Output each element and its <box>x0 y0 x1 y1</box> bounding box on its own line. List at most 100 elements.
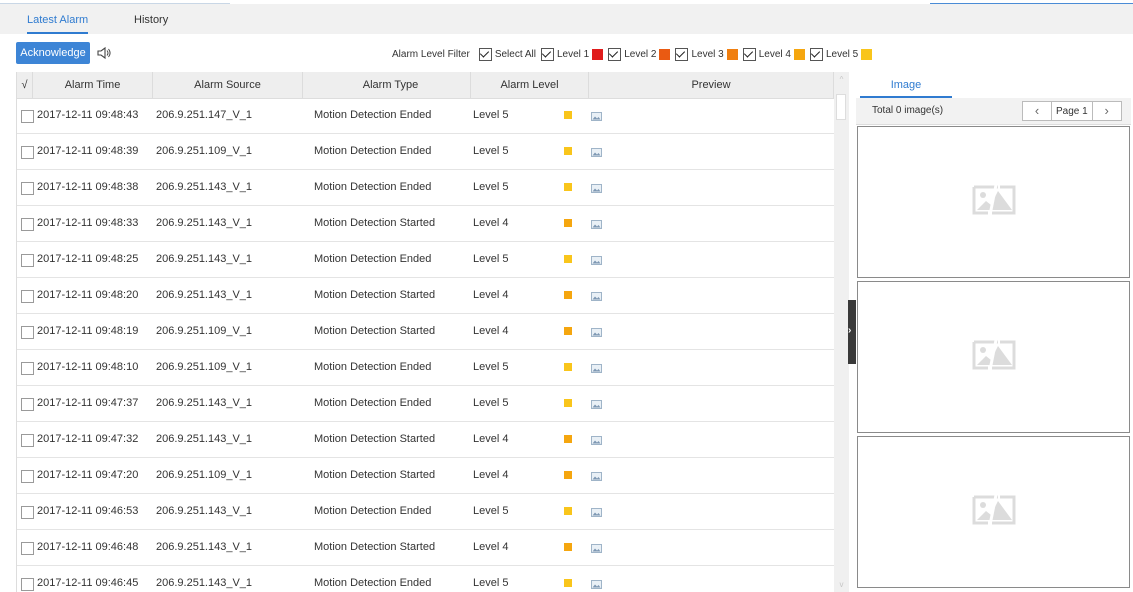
preview-image-icon[interactable] <box>591 580 602 589</box>
alarm-level-cell: Level 4 <box>473 469 509 481</box>
level-color-indicator <box>564 579 572 587</box>
image-total: Total 0 image(s) <box>872 105 944 116</box>
table-row[interactable]: 2017-12-11 09:48:10 206.9.251.109_V_1 Moti… <box>17 350 834 386</box>
alarm-time-cell: 2017-12-11 09:47:32 <box>37 433 139 445</box>
tab-image[interactable]: Image <box>860 74 952 98</box>
table-scrollbar[interactable]: ^ v <box>834 72 849 592</box>
level-color-indicator <box>564 543 572 551</box>
alarm-type-cell: Motion Detection Started <box>314 469 436 481</box>
image-slot[interactable] <box>857 436 1130 588</box>
preview-image-icon[interactable] <box>591 256 602 265</box>
alarm-time-cell: 2017-12-11 09:48:38 <box>37 181 139 193</box>
alarm-level-cell: Level 4 <box>473 289 509 301</box>
alarm-source-cell: 206.9.251.143_V_1 <box>156 505 253 517</box>
column-header-alarm-time[interactable]: Alarm Time <box>33 72 153 98</box>
table-row[interactable]: 2017-12-11 09:46:48 206.9.251.143_V_1 Moti… <box>17 530 834 566</box>
row-checkbox[interactable] <box>21 362 34 375</box>
table-body: 2017-12-11 09:48:43 206.9.251.147_V_1 Moti… <box>17 98 834 592</box>
tab-bar: Latest Alarm History <box>0 4 1133 34</box>
level-color-indicator <box>564 507 572 515</box>
preview-image-icon[interactable] <box>591 364 602 373</box>
row-checkbox[interactable] <box>21 182 34 195</box>
table-row[interactable]: 2017-12-11 09:48:33 206.9.251.143_V_1 Moti… <box>17 206 834 242</box>
image-slot[interactable] <box>857 281 1130 433</box>
table-row[interactable]: 2017-12-11 09:48:39 206.9.251.109_V_1 Moti… <box>17 134 834 170</box>
preview-image-icon[interactable] <box>591 436 602 445</box>
alarm-type-cell: Motion Detection Ended <box>314 361 432 373</box>
column-header-preview[interactable]: Preview <box>589 72 834 98</box>
row-checkbox[interactable] <box>21 542 34 555</box>
preview-image-icon[interactable] <box>591 508 602 517</box>
acknowledge-button[interactable]: Acknowledge <box>16 42 90 64</box>
alarm-source-cell: 206.9.251.109_V_1 <box>156 469 253 481</box>
table-row[interactable]: 2017-12-11 09:48:43 206.9.251.147_V_1 Moti… <box>17 98 834 134</box>
filter-checkbox-select-all[interactable] <box>478 47 492 61</box>
alarm-type-cell: Motion Detection Ended <box>314 505 432 517</box>
table-row[interactable]: 2017-12-11 09:48:19 206.9.251.109_V_1 Moti… <box>17 314 834 350</box>
table-row[interactable]: 2017-12-11 09:47:37 206.9.251.143_V_1 Moti… <box>17 386 834 422</box>
filter-checkbox-level-5[interactable] <box>809 47 823 61</box>
row-checkbox[interactable] <box>21 398 34 411</box>
filter-checkbox-level-2[interactable] <box>608 47 622 61</box>
column-header-alarm-level[interactable]: Alarm Level <box>471 72 589 98</box>
alarm-level-cell: Level 5 <box>473 145 509 157</box>
speaker-icon[interactable] <box>95 44 113 62</box>
alarm-type-cell: Motion Detection Ended <box>314 109 432 121</box>
column-header-alarm-source[interactable]: Alarm Source <box>153 72 303 98</box>
select-all-header[interactable]: √ <box>17 72 33 98</box>
scrollbar-thumb[interactable] <box>836 94 846 120</box>
row-checkbox[interactable] <box>21 290 34 303</box>
preview-image-icon[interactable] <box>591 220 602 229</box>
table-row[interactable]: 2017-12-11 09:46:53 206.9.251.143_V_1 Moti… <box>17 494 834 530</box>
level-color-indicator <box>564 363 572 371</box>
preview-image-icon[interactable] <box>591 328 602 337</box>
row-checkbox[interactable] <box>21 434 34 447</box>
level-color-indicator <box>564 327 572 335</box>
filter-checkbox-level-4[interactable] <box>742 47 756 61</box>
row-checkbox[interactable] <box>21 326 34 339</box>
scroll-up-icon[interactable]: ^ <box>837 75 846 84</box>
level-color-indicator <box>564 183 572 191</box>
scroll-down-icon[interactable]: v <box>837 580 846 589</box>
image-slot[interactable] <box>857 126 1130 278</box>
level-color-swatch <box>659 48 671 60</box>
tab-history[interactable]: History <box>134 10 168 32</box>
row-checkbox[interactable] <box>21 110 34 123</box>
preview-image-icon[interactable] <box>591 112 602 121</box>
table-row[interactable]: 2017-12-11 09:48:38 206.9.251.143_V_1 Moti… <box>17 170 834 206</box>
preview-image-icon[interactable] <box>591 472 602 481</box>
row-checkbox[interactable] <box>21 470 34 483</box>
alarm-level-cell: Level 5 <box>473 505 509 517</box>
row-checkbox[interactable] <box>21 578 34 591</box>
next-page-button[interactable]: › <box>1091 101 1122 121</box>
row-checkbox[interactable] <box>21 254 34 267</box>
level-color-indicator <box>564 255 572 263</box>
row-checkbox[interactable] <box>21 506 34 519</box>
table-row[interactable]: 2017-12-11 09:46:45 206.9.251.143_V_1 Moti… <box>17 566 834 592</box>
table-row[interactable]: 2017-12-11 09:48:25 206.9.251.143_V_1 Moti… <box>17 242 834 278</box>
row-checkbox[interactable] <box>21 218 34 231</box>
preview-image-icon[interactable] <box>591 184 602 193</box>
preview-image-icon[interactable] <box>591 544 602 553</box>
panel-collapse-handle[interactable]: › <box>848 300 856 364</box>
alarm-time-cell: 2017-12-11 09:48:19 <box>37 325 139 337</box>
prev-page-button[interactable]: ‹ <box>1022 101 1052 121</box>
table-row[interactable]: 2017-12-11 09:47:20 206.9.251.109_V_1 Moti… <box>17 458 834 494</box>
alarm-time-cell: 2017-12-11 09:47:37 <box>37 397 139 409</box>
alarm-time-cell: 2017-12-11 09:48:33 <box>37 217 139 229</box>
column-header-alarm-type[interactable]: Alarm Type <box>311 72 471 98</box>
filter-checkbox-level-1[interactable] <box>540 47 554 61</box>
alarm-time-cell: 2017-12-11 09:48:39 <box>37 145 139 157</box>
table-row[interactable]: 2017-12-11 09:47:32 206.9.251.143_V_1 Moti… <box>17 422 834 458</box>
filter-checkbox-level-3[interactable] <box>675 47 689 61</box>
image-placeholder-icon <box>972 339 1016 371</box>
tab-latest-alarm[interactable]: Latest Alarm <box>27 10 89 34</box>
alarm-level-cell: Level 5 <box>473 109 509 121</box>
preview-image-icon[interactable] <box>591 148 602 157</box>
row-checkbox[interactable] <box>21 146 34 159</box>
table-row[interactable]: 2017-12-11 09:48:20 206.9.251.143_V_1 Moti… <box>17 278 834 314</box>
preview-image-icon[interactable] <box>591 400 602 409</box>
image-pager-bar: Total 0 image(s) ‹ Page 1 › <box>856 98 1131 125</box>
alarm-table: √ Alarm Time Alarm Source Alarm Type Alarm L… <box>16 72 849 592</box>
preview-image-icon[interactable] <box>591 292 602 301</box>
